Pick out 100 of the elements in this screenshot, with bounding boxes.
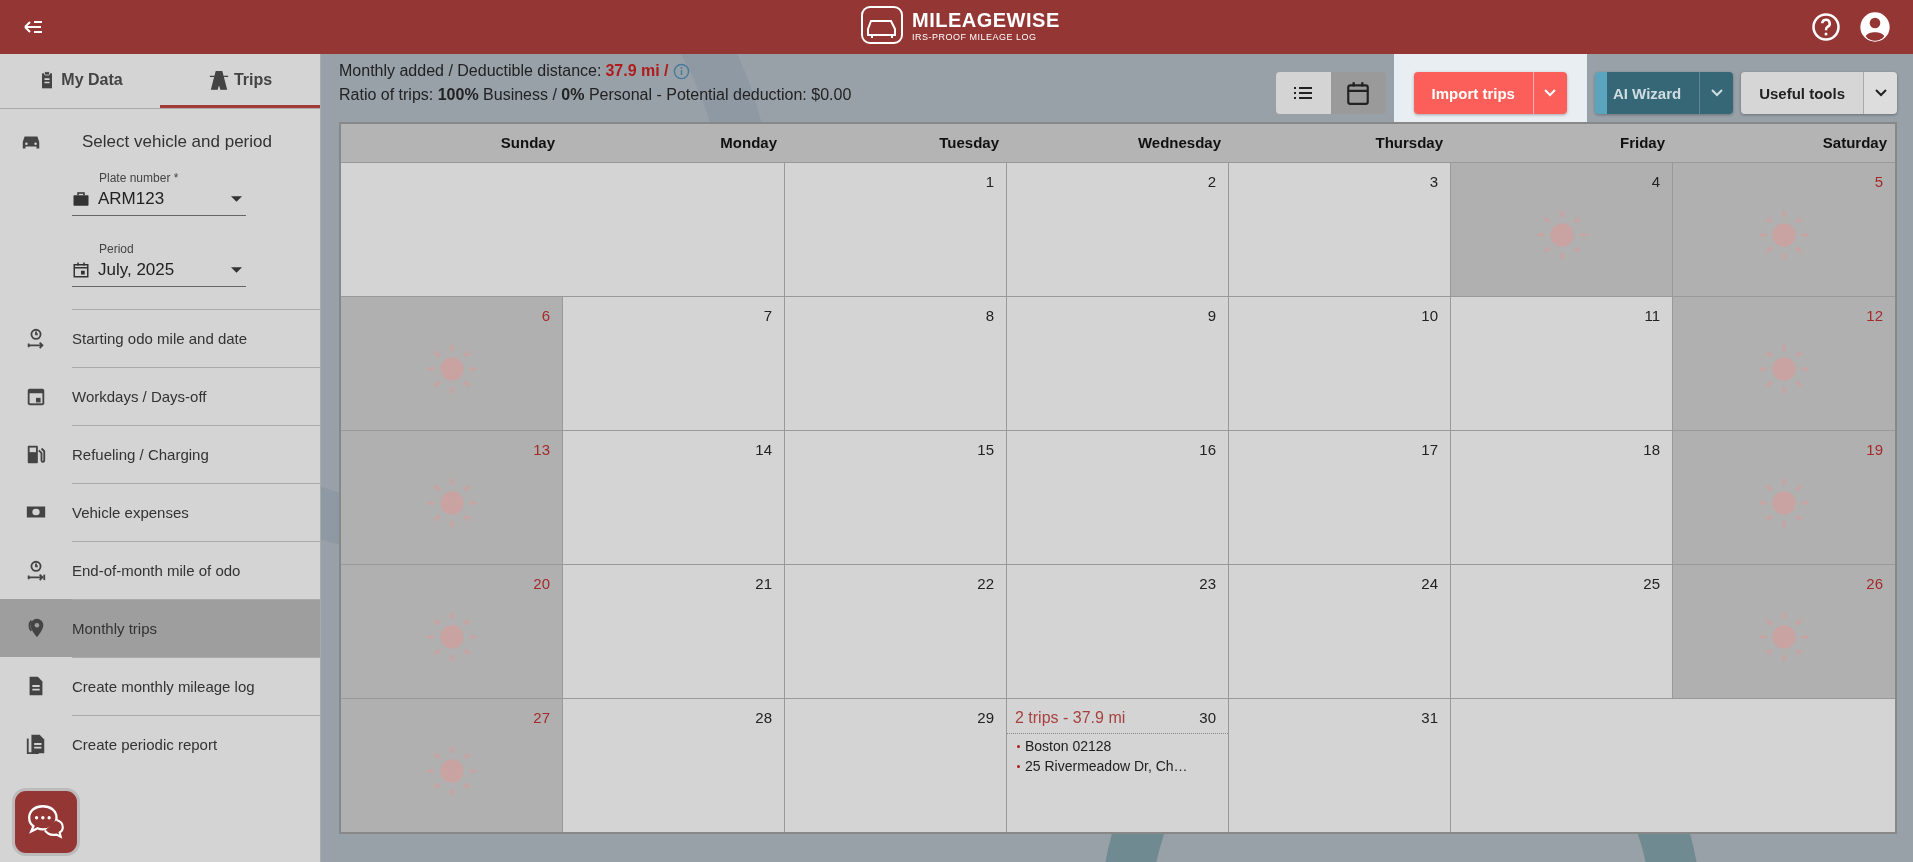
- day-cell[interactable]: 4: [1451, 163, 1673, 296]
- day-number: 24: [1421, 575, 1438, 592]
- chevron-down-icon: [1710, 89, 1723, 97]
- day-cell[interactable]: 17: [1229, 431, 1451, 564]
- sidebar-item[interactable]: Starting odo mile and date: [0, 309, 320, 367]
- day-number: 13: [533, 441, 550, 458]
- day-cell[interactable]: 8: [785, 297, 1007, 430]
- day-number: 8: [985, 307, 994, 324]
- briefcase-icon: [72, 190, 90, 208]
- logo-subtitle: IRS-PROOF MILEAGE LOG: [912, 31, 1038, 42]
- day-number: 15: [977, 441, 994, 458]
- day-number: 26: [1866, 575, 1883, 592]
- day-number: 2: [1207, 173, 1216, 190]
- day-number: 25: [1643, 575, 1660, 592]
- day-cell[interactable]: 15: [785, 431, 1007, 564]
- day-number: 4: [1651, 173, 1660, 190]
- day-cell[interactable]: 23: [1007, 565, 1229, 698]
- sidebar-item[interactable]: Refueling / Charging: [0, 425, 320, 483]
- dropdown-toggle[interactable]: [1699, 72, 1734, 114]
- dropdown-field[interactable]: Period July, 2025: [72, 238, 246, 287]
- day-cell[interactable]: 28: [563, 699, 785, 832]
- day-cell[interactable]: 31: [1229, 699, 1451, 832]
- clock-arrow-icon: [25, 327, 47, 349]
- calendar-view-button[interactable]: [1330, 72, 1386, 114]
- road-icon: [207, 68, 230, 91]
- caret-icon: [231, 196, 242, 202]
- day-number: 10: [1421, 307, 1438, 324]
- documents-icon: [25, 733, 47, 755]
- day-number: 14: [755, 441, 772, 458]
- account-icon[interactable]: [1859, 11, 1891, 43]
- day-cell[interactable]: 29: [785, 699, 1007, 832]
- calendar-icon: [1345, 80, 1372, 106]
- toolbar-button[interactable]: Useful tools: [1741, 72, 1863, 114]
- calendar-icon: [72, 261, 90, 279]
- day-number: 21: [755, 575, 772, 592]
- clock-arrow-icon: [25, 559, 47, 581]
- day-cell[interactable]: 14: [563, 431, 785, 564]
- day-cell[interactable]: 1: [785, 163, 1007, 296]
- day-number: 16: [1199, 441, 1216, 458]
- weekday-header: Sunday: [499, 133, 556, 153]
- weekday-header: Tuesday: [938, 133, 1000, 153]
- chevron-down-icon: [1544, 89, 1557, 97]
- day-cell[interactable]: 16: [1007, 431, 1229, 564]
- day-number: 12: [1866, 307, 1883, 324]
- day-number: 27: [533, 709, 550, 726]
- day-number: 9: [1207, 307, 1216, 324]
- day-number: 17: [1421, 441, 1438, 458]
- day-cell[interactable]: 10: [1229, 297, 1451, 430]
- sidebar-item[interactable]: Create monthly mileage log: [0, 657, 320, 715]
- day-number: 31: [1421, 709, 1438, 726]
- day-number: 11: [1644, 307, 1660, 324]
- trip-summary[interactable]: 2 trips - 37.9 mi: [1015, 709, 1126, 727]
- day-number: 6: [541, 307, 550, 324]
- chat-bubbles-icon: [25, 803, 67, 841]
- dropdown-field[interactable]: Plate number * ARM123: [72, 167, 246, 216]
- day-cell[interactable]: 21: [563, 565, 785, 698]
- day-cell[interactable]: 22: [785, 565, 1007, 698]
- day-number: 1: [985, 173, 994, 190]
- day-number: 5: [1874, 173, 1883, 190]
- day-cell[interactable]: 2: [1007, 163, 1229, 296]
- ratio-text: Ratio of trips: 100% Business / 0% Personal - Potential deduction: $0.00: [339, 86, 852, 104]
- sidebar-item[interactable]: Create periodic report: [0, 715, 320, 773]
- day-number: 20: [533, 575, 550, 592]
- sidebar-item[interactable]: End-of-month mile of odo: [0, 541, 320, 599]
- sidebar-item[interactable]: Monthly trips: [0, 599, 320, 657]
- trip-entry[interactable]: Boston 02128: [1017, 738, 1218, 754]
- list-view-button[interactable]: [1275, 72, 1331, 114]
- chevron-down-icon: [1874, 89, 1887, 97]
- distance-label: Monthly added / Deductible distance:: [339, 62, 602, 80]
- day-number: 30: [1199, 709, 1216, 727]
- weekday-header: Thursday: [1374, 133, 1444, 153]
- car-logo-icon: [860, 5, 904, 45]
- sidebar-item[interactable]: Workdays / Days-off: [0, 367, 320, 425]
- day-cell[interactable]: 2 trips - 37.9 mi 30 Boston 02128 25 Rivermeadow Dr, Ch…: [1007, 699, 1229, 832]
- caret-icon: [231, 267, 242, 273]
- dropdown-toggle[interactable]: [1863, 72, 1897, 114]
- trip-entry[interactable]: 25 Rivermeadow Dr, Ch…: [1017, 758, 1218, 774]
- day-cell[interactable]: 7: [563, 297, 785, 430]
- day-cell[interactable]: 24: [1229, 565, 1451, 698]
- sidebar-tab[interactable]: My Data: [0, 54, 160, 108]
- weekday-header: Friday: [1619, 133, 1666, 153]
- weekday-header: Wednesday: [1136, 133, 1222, 153]
- chat-button[interactable]: [12, 788, 80, 856]
- day-number: 28: [755, 709, 772, 726]
- fuel-pump-icon: [25, 443, 47, 465]
- day-number: 19: [1866, 441, 1883, 458]
- help-icon[interactable]: [1811, 12, 1841, 42]
- day-cell[interactable]: 9: [1007, 297, 1229, 430]
- section-title: Select vehicle and period: [82, 132, 272, 152]
- sidebar-item[interactable]: Vehicle expenses: [0, 483, 320, 541]
- day-number: 18: [1643, 441, 1660, 458]
- day-number: 3: [1429, 173, 1438, 190]
- toolbar-button[interactable]: AI Wizard: [1594, 72, 1700, 114]
- day-number: 7: [763, 307, 772, 324]
- day-number: 23: [1199, 575, 1216, 592]
- day-number: 29: [977, 709, 994, 726]
- logo-title: MILEAGEWISE: [912, 8, 1060, 32]
- dropdown-toggle[interactable]: [1532, 72, 1567, 114]
- distance-value: 37.9 mi /: [605, 62, 669, 80]
- day-number: 22: [977, 575, 994, 592]
